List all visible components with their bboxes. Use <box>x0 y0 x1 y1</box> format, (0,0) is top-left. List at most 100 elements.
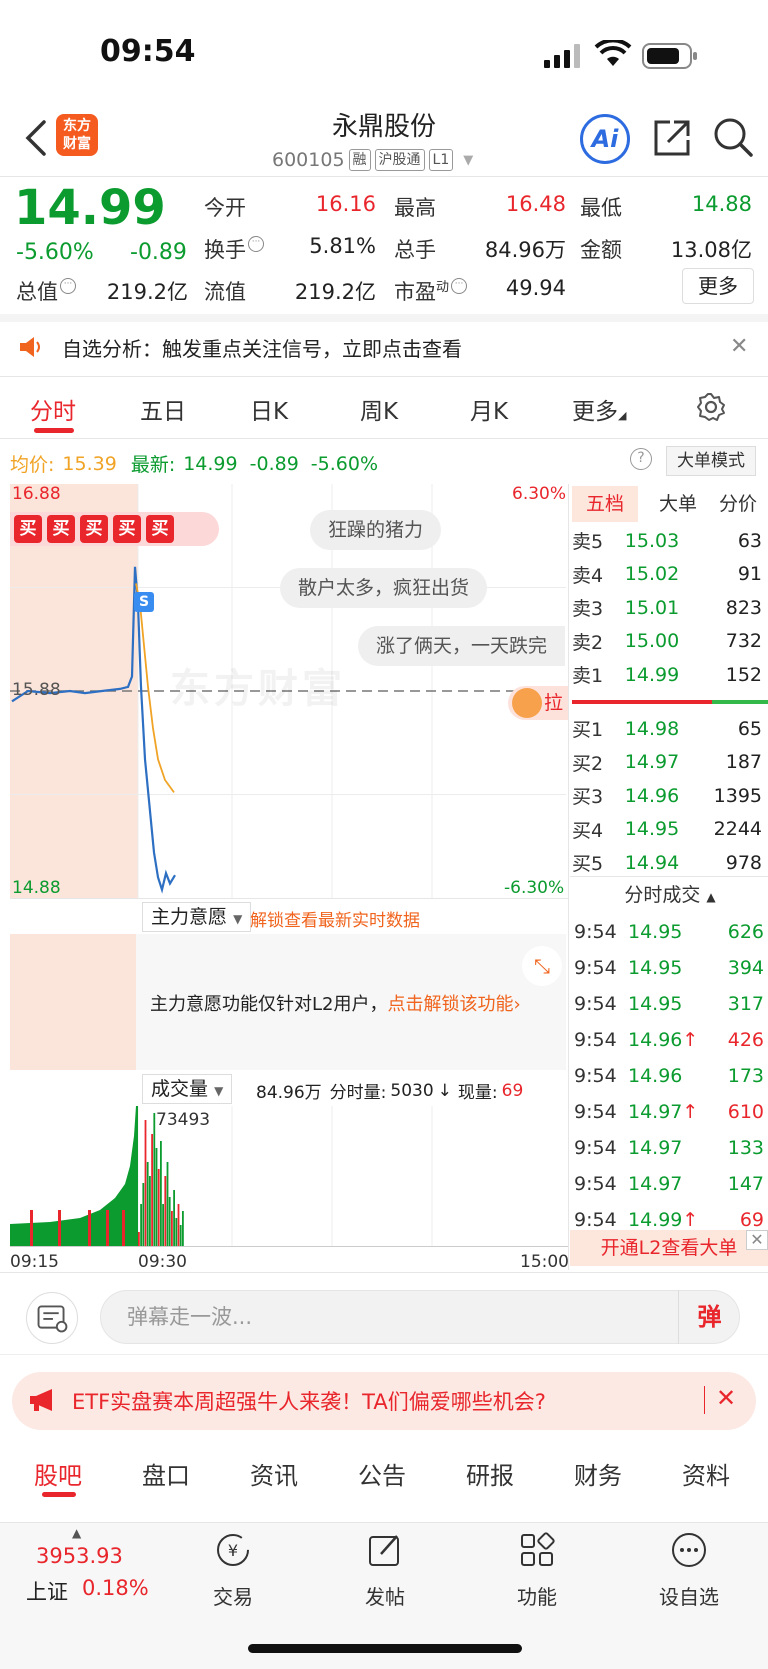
stock-code-row[interactable]: 600105 融 沪股通 L1 ▼ <box>272 146 473 174</box>
volume-bar <box>182 1211 184 1246</box>
tab-profile[interactable]: 资料 <box>682 1456 730 1491</box>
tab-news[interactable]: 资讯 <box>250 1456 298 1491</box>
volume-peak-label: 73493 <box>156 1110 211 1130</box>
volume-bar <box>168 1197 171 1246</box>
high-label: 最高 <box>394 196 436 220</box>
watermark: 东方财富 <box>170 666 346 712</box>
ask-level-row[interactable]: 卖2 15.00 732 <box>572 625 762 658</box>
volume-bar <box>155 1148 158 1246</box>
close-icon[interactable]: ✕ <box>730 334 748 359</box>
low-value: 14.88 <box>691 192 752 216</box>
tab-order-book[interactable]: 盘口 <box>142 1456 190 1491</box>
ask-level-row[interactable]: 卖5 15.03 63 <box>572 524 762 557</box>
close-icon[interactable]: ✕ <box>746 1230 768 1250</box>
expand-icon[interactable]: ⤡ <box>522 946 562 986</box>
volume-bar <box>179 1225 182 1246</box>
tag-connect: 沪股通 <box>374 149 425 171</box>
dock-add-watchlist[interactable]: 设自选 <box>644 1530 734 1610</box>
tab-intraday[interactable]: 分时 <box>30 392 76 426</box>
buy-signal-badges[interactable]: 买买买买买 <box>10 512 219 546</box>
buy-badge: 买 <box>80 515 108 543</box>
bid-level-row[interactable]: 买4 14.95 2244 <box>572 813 762 846</box>
time-label-start: 09:15 <box>10 1252 59 1272</box>
more-quote-button[interactable]: 更多 <box>682 268 754 304</box>
tab-big-orders[interactable]: 大单 <box>648 486 708 522</box>
tab-weekly[interactable]: 周K <box>360 392 398 426</box>
volume-bar <box>30 1210 33 1246</box>
volume-info: 84.96万 分时量: 5030 ↓ 现量: 69 <box>256 1080 524 1104</box>
pe-label[interactable]: 市盈动 ··· <box>394 276 468 306</box>
tab-financials[interactable]: 财务 <box>574 1456 622 1491</box>
battery-icon <box>642 43 697 69</box>
tab-five-day[interactable]: 五日 <box>140 392 186 426</box>
signal-s-marker[interactable]: S <box>134 592 154 612</box>
pct-min-label: -6.30% <box>504 878 565 898</box>
close-icon[interactable]: ✕ <box>716 1384 736 1412</box>
tab-underline <box>42 1492 76 1497</box>
main-force-unlock-link[interactable]: 解锁查看最新实时数据 <box>250 906 420 931</box>
tab-monthly[interactable]: 月K <box>470 392 508 426</box>
main-force-selector[interactable]: 主力意愿 ▼ <box>142 902 252 932</box>
ad-text: ETF实盘赛本周超强牛人来袭！TA们偏爱哪些机会? <box>72 1390 546 1414</box>
divider <box>0 1354 768 1355</box>
open-l2-button[interactable]: 开通L2查看大单 <box>570 1230 768 1266</box>
danmu-input[interactable]: 弹幕走一波... <box>100 1290 740 1344</box>
time-sales-title[interactable]: 分时成交 ▲ <box>572 880 768 907</box>
index-percent[interactable]: 0.18% <box>82 1576 149 1600</box>
cellular-signal-icon <box>544 44 580 68</box>
help-icon[interactable]: ? <box>630 448 652 470</box>
big-order-mode-button[interactable]: 大单模式 <box>666 446 756 476</box>
tab-more[interactable]: 更多◢ <box>572 392 626 426</box>
volume-bar <box>144 1120 147 1246</box>
trade-icon: ¥ <box>217 1534 249 1566</box>
divider <box>0 176 768 177</box>
trade-row: 9:54 14.95 394 <box>574 957 764 979</box>
dock-trade[interactable]: ¥ 交易 <box>188 1530 278 1610</box>
bid-level-row[interactable]: 买5 14.94 978 <box>572 846 762 879</box>
ask-level-row[interactable]: 卖3 15.01 823 <box>572 591 762 624</box>
ai-button[interactable]: Ai <box>580 114 630 164</box>
ask-level-row[interactable]: 卖4 15.02 91 <box>572 558 762 591</box>
tab-daily[interactable]: 日K <box>250 392 288 426</box>
share-icon[interactable] <box>652 118 692 158</box>
volume-label: 总手 <box>394 238 436 262</box>
volume-bar <box>164 1176 167 1246</box>
bid-level-row[interactable]: 买1 14.98 65 <box>572 712 762 745</box>
volume-selector[interactable]: 成交量 ▼ <box>142 1074 233 1104</box>
float-label: 流值 <box>204 280 246 304</box>
buy-badge: 买 <box>14 515 42 543</box>
volume-bar <box>160 1141 162 1246</box>
index-value[interactable]: 3953.93 <box>36 1544 123 1568</box>
index-name[interactable]: 上证 <box>26 1576 68 1606</box>
tab-price-distribution[interactable]: 分价 <box>708 486 768 522</box>
svg-text:¥: ¥ <box>228 1541 238 1560</box>
tab-announcements[interactable]: 公告 <box>358 1456 406 1491</box>
mktcap-label[interactable]: 总值 ··· <box>16 276 76 306</box>
time-label-open: 09:30 <box>138 1252 187 1272</box>
dock-functions[interactable]: 功能 <box>492 1530 582 1610</box>
buy-badge: 买 <box>47 515 75 543</box>
divider <box>570 876 768 877</box>
bid-level-row[interactable]: 买3 14.96 1395 <box>572 779 762 812</box>
tab-research[interactable]: 研报 <box>466 1456 514 1491</box>
dropdown-caret-icon: ▼ <box>463 152 474 168</box>
bid-level-row[interactable]: 买2 14.97 187 <box>572 746 762 779</box>
more-circle-icon <box>672 1533 706 1567</box>
volume-value: 84.96万 <box>484 238 566 262</box>
comment-settings-icon[interactable] <box>26 1292 78 1344</box>
search-icon[interactable] <box>712 116 754 158</box>
amount-label: 金额 <box>580 238 622 262</box>
buy-badge: 买 <box>113 515 141 543</box>
tab-five-levels[interactable]: 五档 <box>572 486 638 522</box>
low-label: 最低 <box>580 196 622 220</box>
main-force-text[interactable]: 主力意愿功能仅针对L2用户，点击解锁该功能› <box>150 990 521 1016</box>
tab-forum[interactable]: 股吧 <box>34 1456 82 1491</box>
ask-level-row[interactable]: 卖1 14.99 152 <box>572 658 762 691</box>
volume-bar <box>58 1210 61 1246</box>
danmu-send-button[interactable]: 弹 <box>678 1290 740 1344</box>
turnover-label[interactable]: 换手 ··· <box>204 234 264 264</box>
volume-chart[interactable] <box>10 1106 566 1246</box>
change-percent: -5.60% <box>16 240 94 265</box>
gear-icon[interactable] <box>696 392 726 422</box>
dock-post[interactable]: 发帖 <box>340 1530 430 1610</box>
